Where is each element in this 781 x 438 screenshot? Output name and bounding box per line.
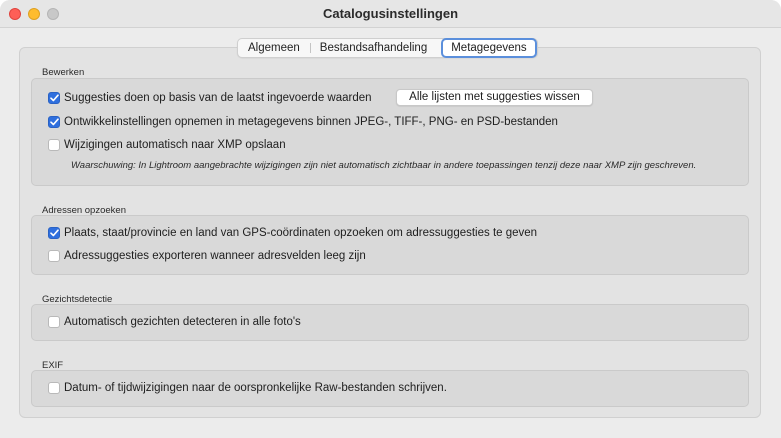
auto-xmp-checkbox[interactable] [48,139,60,151]
option-export-address-row[interactable]: Adressuggesties exporteren wanneer adres… [48,248,366,264]
tab-metagegevens[interactable]: Metagegevens [441,38,537,58]
option-develop-settings-row[interactable]: Ontwikkelinstellingen opnemen in metageg… [48,114,558,130]
export-address-checkbox[interactable] [48,250,60,262]
option-auto-xmp-row[interactable]: Wijzigingen automatisch naar XMP opslaan [48,137,286,153]
raw-dates-label: Datum- of tijdwijzigingen naar de oorspr… [64,382,447,394]
checkmark-icon [49,229,59,237]
gps-lookup-checkbox[interactable] [48,227,60,239]
face-detection-checkbox[interactable] [48,316,60,328]
title-bar: Catalogusinstellingen [0,0,781,28]
auto-xmp-label: Wijzigingen automatisch naar XMP opslaan [64,139,286,151]
option-raw-dates-row[interactable]: Datum- of tijdwijzigingen naar de oorspr… [48,380,447,396]
option-suggestions-row[interactable]: Suggesties doen op basis van de laatst i… [48,90,372,106]
develop-settings-checkbox[interactable] [48,116,60,128]
xmp-warning-text: Waarschuwing: In Lightroom aangebrachte … [71,160,697,171]
gps-lookup-label: Plaats, staat/provincie en land van GPS-… [64,227,538,239]
catalog-settings-window: Catalogusinstellingen Algemeen Bestandsa… [0,0,781,438]
clear-suggestions-button[interactable]: Alle lijsten met suggesties wissen [396,89,593,106]
tab-bar: Algemeen Bestandsafhandeling Metagegeven… [237,38,538,58]
suggestions-label: Suggesties doen op basis van de laatst i… [64,92,372,104]
suggestions-checkbox[interactable] [48,92,60,104]
export-address-label: Adressuggesties exporteren wanneer adres… [64,250,366,262]
checkmark-icon [49,118,59,126]
option-face-detection-row[interactable]: Automatisch gezichten detecteren in alle… [48,314,301,330]
raw-dates-checkbox[interactable] [48,382,60,394]
face-detection-label: Automatisch gezichten detecteren in alle… [64,316,301,328]
tab-bestandsafhandeling[interactable]: Bestandsafhandeling [309,39,437,57]
option-gps-lookup-row[interactable]: Plaats, staat/provincie en land van GPS-… [48,225,537,241]
group-adressen [31,215,749,275]
section-label-bewerken: Bewerken [42,67,85,78]
develop-settings-label: Ontwikkelinstellingen opnemen in metageg… [64,116,558,128]
tab-algemeen[interactable]: Algemeen [238,39,310,57]
window-title: Catalogusinstellingen [322,6,459,21]
checkmark-icon [49,94,59,102]
